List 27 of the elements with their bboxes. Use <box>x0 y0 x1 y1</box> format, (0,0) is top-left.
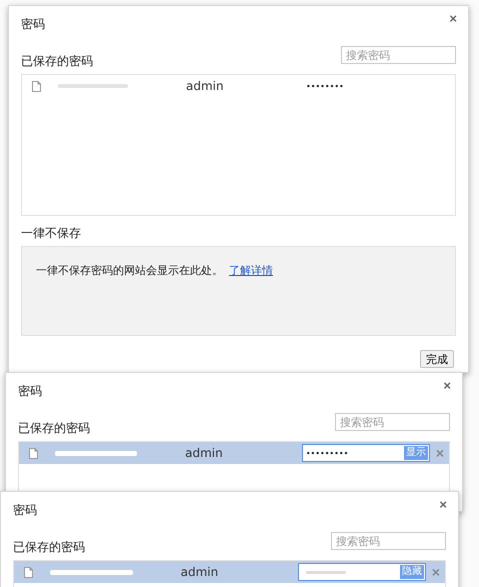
search-field[interactable]: 搜索密码 <box>335 413 450 431</box>
password-text: •••••••• <box>306 82 344 90</box>
file-icon <box>29 448 38 458</box>
close-button[interactable]: × <box>443 380 451 392</box>
username-text: admin <box>186 79 225 93</box>
search-field[interactable]: 搜索密码 <box>341 46 456 64</box>
section-heading: 一律不保存 <box>21 226 82 240</box>
done-button[interactable]: 完成 <box>420 350 454 368</box>
username-text: admin <box>180 565 220 579</box>
close-button[interactable]: × <box>439 499 447 511</box>
file-icon <box>32 80 41 92</box>
section-heading: 已保存的密码 <box>18 421 90 435</box>
password-row[interactable]: admin ••••••••• 显示 × <box>19 442 449 464</box>
dialog-title: 密码 <box>18 383 42 400</box>
password-row[interactable]: admin •••••••• <box>22 75 455 97</box>
dialog-title: 密码 <box>21 16 45 33</box>
file-icon <box>24 566 33 578</box>
password-field[interactable]: ••••••••• 显示 <box>302 444 430 462</box>
section-heading: 已保存的密码 <box>13 540 85 554</box>
redaction-mark <box>306 570 346 574</box>
dialog-title: 密码 <box>13 502 37 519</box>
search-field[interactable]: 搜索密码 <box>331 532 446 550</box>
info-text: 一律不保存密码的网站会显示在此处。 <box>36 264 223 277</box>
section-heading: 已保存的密码 <box>21 54 93 68</box>
learn-more-link[interactable]: 了解详情 <box>229 264 273 277</box>
username-text: admin <box>185 446 224 460</box>
close-button[interactable]: × <box>449 13 457 25</box>
